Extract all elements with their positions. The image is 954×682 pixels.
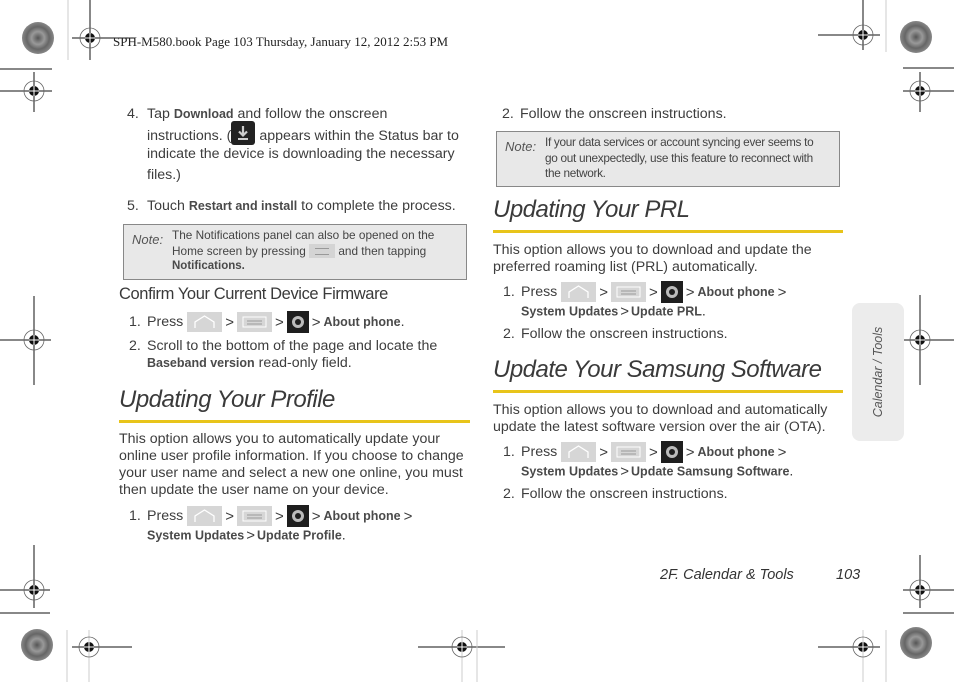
step-restart: 5. Touch Restart and install to complete … [127, 198, 456, 214]
color-target-mark [22, 22, 54, 54]
firmware-step-1: 1. Press > > > About phone. [129, 311, 405, 333]
samsung-software-heading: Update Your Samsung Software [493, 356, 822, 383]
samsung-step-1: 1. Press > > > About phone > System Updates > U… [503, 441, 793, 480]
menu-key-icon [610, 442, 646, 462]
download-icon [231, 121, 256, 145]
home-key-icon [561, 282, 597, 302]
section-rule [493, 230, 843, 233]
note-data-services: Note: If your data services or account s… [496, 131, 840, 187]
prl-heading: Updating Your PRL [493, 196, 690, 223]
home-key-icon [561, 442, 597, 462]
menu-key-icon [236, 312, 272, 332]
section-rule [493, 390, 843, 393]
menu-key-icon [610, 282, 646, 302]
note-notifications: Note: The Notifications panel can also b… [123, 224, 467, 280]
prl-step-2: 2. Follow the onscreen instructions. [503, 326, 728, 342]
footer-section: 2F. Calendar & Tools [660, 567, 794, 583]
profile-step-1: 1. Press > > > About phone > System Updates > U… [129, 505, 415, 544]
profile-heading: Updating Your Profile [119, 386, 335, 413]
section-rule [119, 420, 470, 423]
menu-key-icon [236, 506, 272, 526]
chapter-side-tab-label: Calendar / Tools [871, 326, 885, 418]
samsung-step-2: 2. Follow the onscreen instructions. [503, 486, 728, 502]
page-number: 103 [836, 567, 861, 583]
firmware-step-2: 2. Scroll to the bottom of the page and l… [129, 338, 438, 371]
settings-gear-icon [660, 441, 683, 463]
samsung-paragraph: This option allows you to download and a… [493, 402, 828, 435]
home-key-icon [187, 312, 223, 332]
prl-paragraph: This option allows you to download and u… [493, 242, 812, 275]
home-key-icon [187, 506, 223, 526]
profile-paragraph: This option allows you to automatically … [119, 431, 464, 498]
settings-gear-icon [286, 505, 309, 527]
print-header: SPH-M580.book Page 103 Thursday, January… [113, 34, 449, 49]
chapter-side-tab: Calendar / Tools [852, 303, 904, 441]
firmware-heading: Confirm Your Current Device Firmware [119, 285, 388, 303]
step-follow-instructions: 2. Follow the onscreen instructions. [502, 106, 727, 122]
settings-gear-icon [286, 311, 309, 333]
prl-step-1: 1. Press > > > About phone > System Updates > U… [503, 281, 789, 320]
step-download: 4. Tap Download and follow the onscreen i… [127, 106, 459, 183]
settings-gear-icon [660, 281, 683, 303]
menu-key-icon [309, 244, 336, 259]
